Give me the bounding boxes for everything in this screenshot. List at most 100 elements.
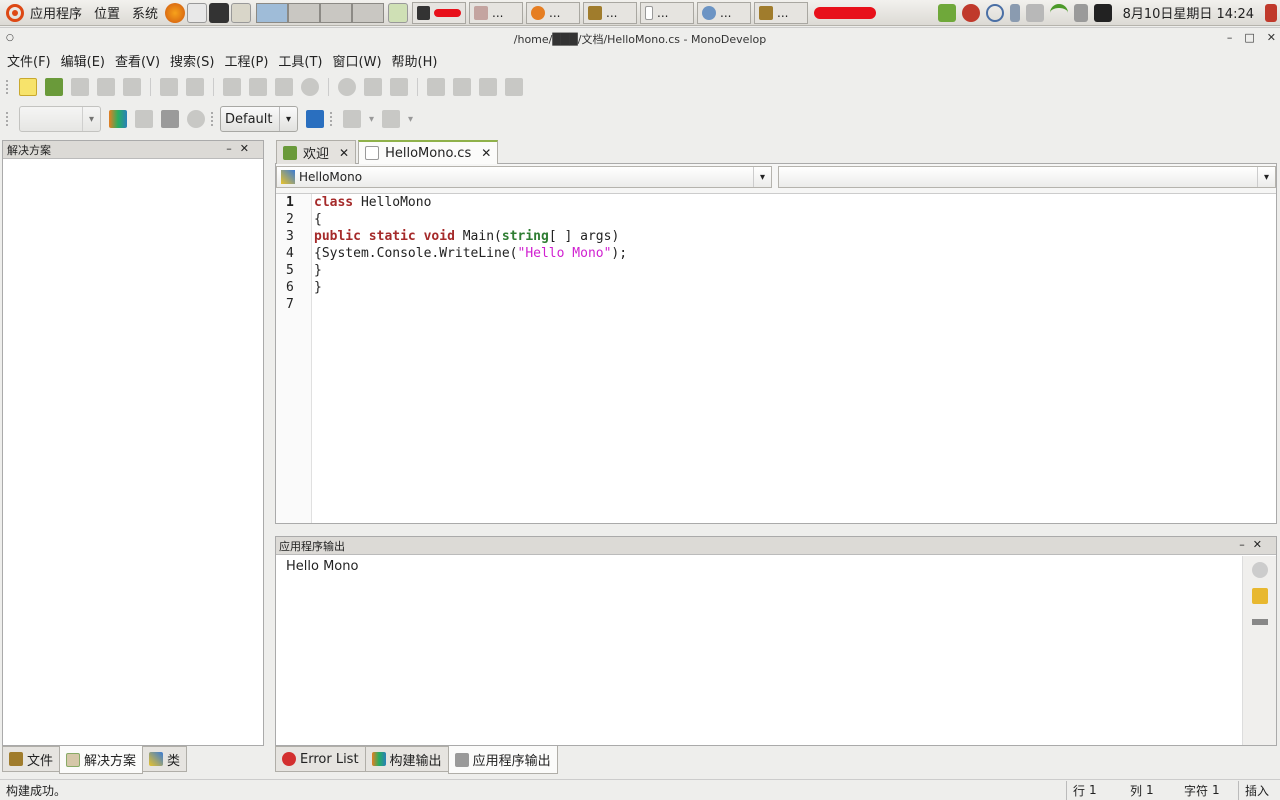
menu-edit[interactable]: 编辑(E)	[56, 51, 110, 70]
configuration-combo[interactable]: Default ▾	[220, 106, 298, 132]
code-line[interactable]: public static void Main(string[ ] args)	[314, 228, 627, 245]
print-icon[interactable]	[123, 78, 141, 96]
taskbar-folder[interactable]: ...	[583, 1, 638, 24]
tab-solution[interactable]: 解决方案	[59, 746, 144, 774]
mail-launcher-icon[interactable]	[187, 2, 208, 23]
delete-icon[interactable]	[301, 78, 319, 96]
tab-files[interactable]: 文件	[2, 746, 61, 772]
firefox-launcher-icon[interactable]	[165, 2, 186, 23]
chevron-down-icon[interactable]: ▾	[369, 114, 374, 125]
menu-window[interactable]: 窗口(W)	[328, 51, 387, 70]
battery-icon[interactable]	[1009, 3, 1020, 22]
shutdown-icon[interactable]	[1265, 3, 1277, 22]
chevron-down-icon[interactable]: ▾	[408, 114, 413, 125]
keyboard-icon[interactable]	[1025, 3, 1044, 22]
ubuntu-logo-icon[interactable]	[6, 3, 24, 22]
code-editor[interactable]: 1234567 class HelloMono{public static vo…	[276, 193, 1276, 523]
find-icon[interactable]	[338, 78, 356, 96]
close-icon[interactable]: ✕	[1253, 538, 1270, 551]
runtime-combo[interactable]: ▾	[19, 106, 101, 132]
search-icon[interactable]	[985, 3, 1004, 22]
forward-icon[interactable]	[382, 110, 401, 128]
cut-icon[interactable]	[223, 78, 241, 96]
undo-icon[interactable]	[160, 78, 178, 96]
workspace-3[interactable]	[320, 2, 353, 23]
taskbar-terminal[interactable]	[412, 1, 467, 24]
close-icon[interactable]: ✕	[240, 142, 257, 155]
minimize-icon[interactable]: –	[1239, 538, 1253, 551]
toolbar-grip[interactable]	[6, 80, 9, 94]
rebuild-icon[interactable]	[135, 110, 153, 128]
tab-hellomono[interactable]: HelloMono.cs ✕	[358, 140, 499, 164]
close-icon[interactable]: ✕	[339, 146, 349, 160]
code-line[interactable]: {System.Console.WriteLine("Hello Mono");	[314, 245, 627, 262]
menu-help[interactable]: 帮助(H)	[387, 51, 443, 70]
run-icon[interactable]	[161, 110, 179, 128]
tab-error-list[interactable]: Error List	[275, 746, 366, 772]
class-selector[interactable]: HelloMono ▾	[276, 166, 772, 188]
code-lines[interactable]: class HelloMono{public static void Main(…	[314, 194, 627, 313]
taskbar-monodevelop[interactable]: ...	[697, 1, 752, 24]
find-in-files-icon[interactable]	[364, 78, 382, 96]
applications-menu[interactable]: 应用程序	[24, 3, 88, 22]
open-file-icon[interactable]	[45, 78, 63, 96]
menu-view[interactable]: 查看(V)	[110, 51, 165, 70]
show-desktop-icon[interactable]	[388, 2, 409, 23]
paste-icon[interactable]	[275, 78, 293, 96]
unindent-icon[interactable]	[453, 78, 471, 96]
uncomment-icon[interactable]	[505, 78, 523, 96]
taskbar-document[interactable]: ...	[640, 1, 695, 24]
copy-icon[interactable]	[249, 78, 267, 96]
stop-icon[interactable]	[1252, 562, 1268, 578]
volume-icon[interactable]	[1073, 3, 1088, 22]
maximize-icon[interactable]: □	[1244, 31, 1254, 44]
member-selector[interactable]: ▾	[778, 166, 1276, 188]
menu-file[interactable]: 文件(F)	[2, 51, 56, 70]
toolbar-grip[interactable]	[330, 112, 333, 126]
editor-launcher-icon[interactable]	[231, 2, 252, 23]
user-icon[interactable]	[1093, 3, 1112, 22]
terminal-launcher-icon[interactable]	[209, 2, 230, 23]
places-menu[interactable]: 位置	[88, 3, 126, 22]
workspace-1[interactable]	[256, 2, 289, 23]
taskbar-firefox[interactable]: ...	[526, 1, 581, 24]
tab-welcome[interactable]: 欢迎 ✕	[276, 140, 357, 164]
pin-icon[interactable]	[1252, 619, 1268, 625]
package-icon[interactable]	[937, 3, 956, 22]
system-menu[interactable]: 系统	[126, 3, 164, 22]
minimize-icon[interactable]: –	[1227, 31, 1233, 44]
save-icon[interactable]	[71, 78, 89, 96]
code-line[interactable]: }	[314, 279, 627, 296]
new-file-icon[interactable]	[19, 78, 37, 96]
tab-application-output[interactable]: 应用程序输出	[447, 746, 558, 774]
toolbar-grip[interactable]	[6, 112, 9, 126]
flash-icon[interactable]	[961, 3, 980, 22]
close-icon[interactable]: ✕	[1267, 31, 1276, 44]
back-icon[interactable]	[343, 110, 361, 128]
toolbar-grip[interactable]	[211, 112, 214, 126]
menu-project[interactable]: 工程(P)	[219, 51, 273, 70]
add-icon[interactable]	[306, 110, 324, 128]
tab-build-output[interactable]: 构建输出	[364, 746, 449, 772]
save-all-icon[interactable]	[97, 78, 115, 96]
indent-icon[interactable]	[427, 78, 445, 96]
taskbar-folder-2[interactable]: ...	[754, 1, 809, 24]
menu-search[interactable]: 搜索(S)	[165, 51, 219, 70]
code-line[interactable]: {	[314, 211, 627, 228]
wifi-icon[interactable]	[1049, 3, 1068, 22]
build-icon[interactable]	[109, 110, 127, 128]
window-menu-icon[interactable]: ○	[6, 33, 14, 43]
code-line[interactable]: }	[314, 262, 627, 279]
comment-icon[interactable]	[479, 78, 497, 96]
stop-icon[interactable]	[187, 110, 205, 128]
menu-tools[interactable]: 工具(T)	[273, 51, 327, 70]
clock[interactable]: 8月10日星期日 14:24	[1115, 3, 1262, 22]
window-titlebar[interactable]: ○ /home/███/文档/HelloMono.cs - MonoDevelo…	[0, 27, 1280, 49]
minimize-icon[interactable]: –	[226, 142, 240, 155]
workspace-4[interactable]	[352, 2, 385, 23]
code-line[interactable]: class HelloMono	[314, 194, 627, 211]
workspace-2[interactable]	[288, 2, 321, 23]
redo-icon[interactable]	[186, 78, 204, 96]
replace-icon[interactable]	[390, 78, 408, 96]
taskbar-gimp[interactable]: ...	[469, 1, 524, 24]
